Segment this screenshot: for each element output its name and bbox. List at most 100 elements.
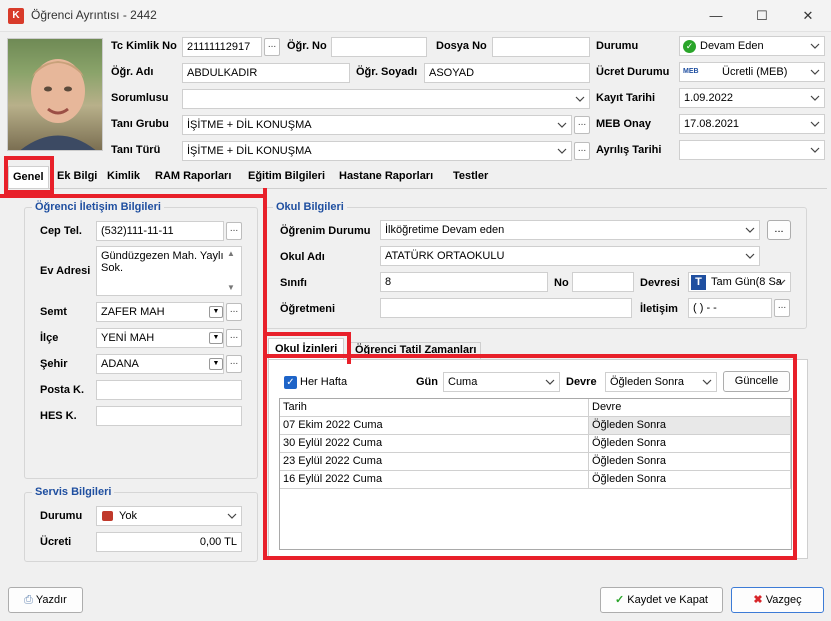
table-row-cell[interactable]: 07 Ekim 2022 Cuma — [280, 417, 589, 435]
tab-hastane-raporlari[interactable]: Hastane Raporları — [335, 166, 437, 188]
chevron-down-icon — [227, 511, 237, 521]
devre-value: Öğleden Sonra — [610, 376, 684, 388]
table-row-cell[interactable]: Öğleden Sonra — [589, 417, 791, 435]
tab-kimlik[interactable]: Kimlik — [103, 166, 144, 188]
tani-turu-value: İŞİTME + DİL KONUŞMA — [187, 145, 312, 157]
chevron-down-icon — [810, 67, 820, 77]
servis-durum-select[interactable]: Yok — [96, 506, 242, 526]
ogrenim-select[interactable]: İlköğretime Devam eden — [380, 220, 760, 240]
hes-label: HES K. — [40, 410, 77, 422]
hes-input[interactable] — [96, 406, 242, 426]
minimize-icon[interactable]: — — [693, 0, 739, 32]
tani-turu-button[interactable]: ... — [574, 142, 590, 160]
okul-iletisim-input[interactable]: ( ) - - — [688, 298, 772, 318]
sehir-button[interactable]: ... — [226, 355, 242, 373]
table-row-cell[interactable]: 16 Eylül 2022 Cuma — [280, 471, 589, 489]
subtab-tatil-zamanlari[interactable]: Öğrenci Tatil Zamanları — [350, 342, 482, 360]
semt-dropdown-icon[interactable]: ▼ — [209, 306, 223, 318]
title-bar: K Öğrenci Ayrıntısı - 2442 — ☐ ✕ — [0, 0, 831, 32]
table-row-cell[interactable]: Öğleden Sonra — [589, 471, 791, 489]
tab-ram-raporlari[interactable]: RAM Raporları — [151, 166, 235, 188]
sehir-select[interactable]: ADANA — [96, 354, 224, 374]
ilce-select[interactable]: YENİ MAH — [96, 328, 224, 348]
ogr-no-input[interactable] — [331, 37, 427, 57]
vazgec-button[interactable]: ✖ Vazgeç — [731, 587, 824, 613]
soyad-input[interactable]: ASOYAD — [424, 63, 590, 83]
posta-input[interactable] — [96, 380, 242, 400]
column-header-devre[interactable]: Devre — [589, 399, 791, 417]
gun-label: Gün — [416, 376, 438, 388]
meb-onay-value: 17.08.2021 — [684, 118, 740, 130]
guncelle-button[interactable]: Güncelle — [723, 371, 790, 392]
cep-input[interactable]: (532)111-11-11 — [96, 221, 224, 241]
scroll-down-icon[interactable]: ▼ — [227, 283, 235, 292]
tab-egitim-bilgileri[interactable]: Eğitim Bilgileri — [244, 166, 329, 188]
tc-label: Tc Kimlik No — [111, 40, 177, 52]
kayit-date[interactable]: 1.09.2022 — [679, 88, 825, 108]
ilce-dropdown-icon[interactable]: ▼ — [209, 332, 223, 344]
servis-ucret-input[interactable]: 0,00 TL — [96, 532, 242, 552]
tani-grubu-select[interactable]: İŞİTME + DİL KONUŞMA — [182, 115, 572, 135]
tani-turu-select[interactable]: İŞİTME + DİL KONUŞMA — [182, 141, 572, 161]
student-photo-icon — [20, 59, 96, 150]
tani-grubu-button[interactable]: ... — [574, 116, 590, 134]
cep-button[interactable]: ... — [226, 222, 242, 240]
iletisim-label: İletişim — [640, 303, 678, 315]
table-row-cell[interactable]: Öğleden Sonra — [589, 453, 791, 471]
her-hafta-label: Her Hafta — [300, 376, 348, 388]
yazdir-button[interactable]: ⎙ Yazdır — [8, 587, 83, 613]
devresi-value: Tam Gün(8 Sa — [711, 276, 782, 288]
sorumlu-select[interactable] — [182, 89, 590, 109]
scroll-up-icon[interactable]: ▲ — [227, 249, 235, 258]
tc-input[interactable]: 21111112917 — [182, 37, 262, 57]
tc-lookup-button[interactable]: ... — [264, 38, 280, 56]
devresi-label: Devresi — [640, 277, 680, 289]
check-icon: ✓ — [614, 594, 625, 606]
sinif-input[interactable]: 8 — [380, 272, 548, 292]
chevron-down-icon — [810, 41, 820, 51]
gun-select[interactable]: Cuma — [443, 372, 560, 392]
durum-select[interactable]: ✓ Devam Eden — [679, 36, 825, 56]
ad-input[interactable]: ABDULKADIR — [182, 63, 350, 83]
window-title: Öğrenci Ayrıntısı - 2442 — [31, 8, 157, 22]
table-row-cell[interactable]: 23 Eylül 2022 Cuma — [280, 453, 589, 471]
ogretmen-label: Öğretmeni — [280, 303, 336, 315]
kayit-label: Kayıt Tarihi — [596, 92, 656, 104]
chevron-down-icon — [776, 277, 786, 287]
check-icon: ✓ — [683, 40, 696, 53]
ogrenim-button[interactable]: ... — [767, 220, 791, 240]
semt-button[interactable]: ... — [226, 303, 242, 321]
iletisim-title: Öğrenci İletişim Bilgileri — [32, 201, 164, 213]
no-input[interactable] — [572, 272, 634, 292]
adres-textarea[interactable]: Gündüzgezen Mah. Yaylı Sok. — [96, 246, 242, 296]
kayit-value: 1.09.2022 — [684, 92, 733, 104]
table-row-cell[interactable]: Öğleden Sonra — [589, 435, 791, 453]
sorumlu-label: Sorumlusu — [111, 92, 169, 104]
tab-genel[interactable]: Genel — [8, 166, 49, 188]
ayrilis-date[interactable] — [679, 140, 825, 160]
maximize-icon[interactable]: ☐ — [739, 0, 785, 32]
sehir-dropdown-icon[interactable]: ▼ — [209, 358, 223, 370]
ucret-select[interactable]: MEB Ücretli (MEB) — [679, 62, 825, 82]
table-row-cell[interactable]: 30 Eylül 2022 Cuma — [280, 435, 589, 453]
kaydet-button[interactable]: ✓ Kaydet ve Kapat — [600, 587, 723, 613]
cep-label: Cep Tel. — [40, 225, 82, 237]
ogretmen-input[interactable] — [380, 298, 632, 318]
student-photo[interactable] — [7, 38, 103, 151]
column-header-tarih[interactable]: Tarih — [280, 399, 589, 417]
devresi-select[interactable]: T Tam Gün(8 Sa — [688, 272, 791, 292]
okul-adi-select[interactable]: ATATÜRK ORTAOKULU — [380, 246, 760, 266]
ilce-button[interactable]: ... — [226, 329, 242, 347]
dosya-input[interactable] — [492, 37, 590, 57]
meb-onay-date[interactable]: 17.08.2021 — [679, 114, 825, 134]
servis-durum-value: Yok — [119, 510, 137, 522]
devre-select[interactable]: Öğleden Sonra — [605, 372, 717, 392]
tab-ek-bilgi[interactable]: Ek Bilgi — [53, 166, 101, 188]
tab-testler[interactable]: Testler — [449, 166, 492, 188]
semt-select[interactable]: ZAFER MAH — [96, 302, 224, 322]
close-icon[interactable]: ✕ — [785, 0, 831, 32]
okul-iletisim-button[interactable]: ... — [774, 299, 790, 317]
subtab-okul-izinleri[interactable]: Okul İzinleri — [268, 338, 345, 360]
chevron-down-icon — [745, 251, 755, 261]
her-hafta-checkbox[interactable]: ✓ — [284, 376, 297, 389]
